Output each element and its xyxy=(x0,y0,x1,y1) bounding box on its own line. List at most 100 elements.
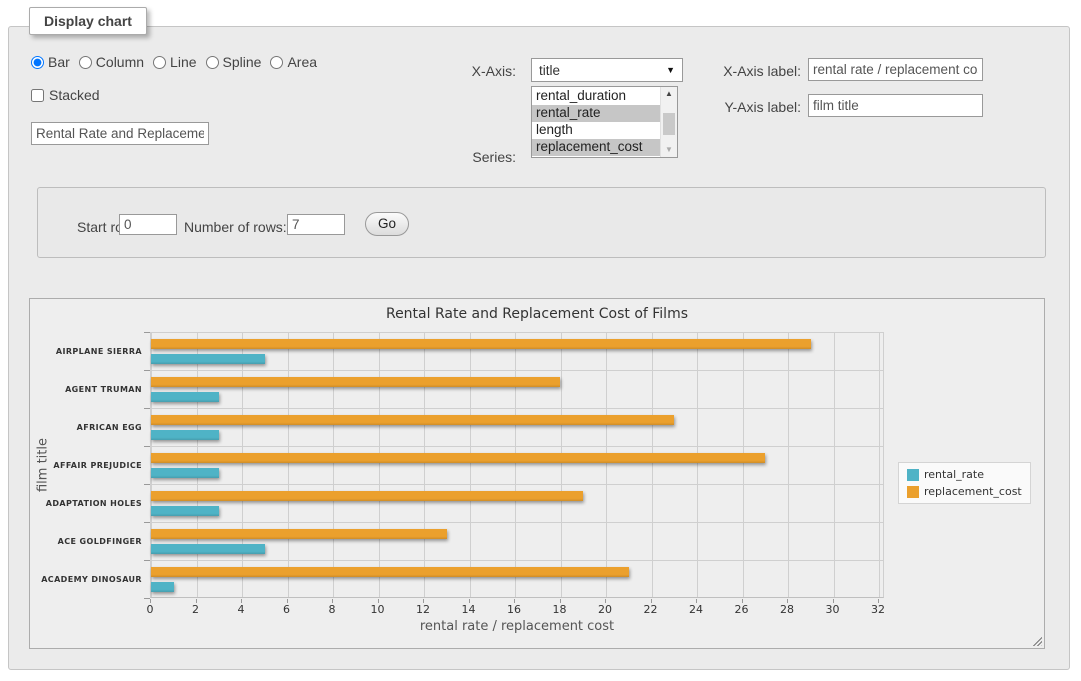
x-axis-label-caption: X-Axis label: xyxy=(664,63,801,79)
y-axis-label-input[interactable] xyxy=(808,94,983,117)
display-chart-fieldset: Display chart BarColumnLineSplineArea St… xyxy=(8,26,1070,670)
chart-type-option[interactable]: Spline xyxy=(206,54,262,70)
series-option[interactable]: length xyxy=(532,122,660,139)
bar-rental_rate xyxy=(151,392,219,402)
y-axis-tick xyxy=(144,370,150,371)
category-row xyxy=(151,485,883,523)
stacked-row: Stacked xyxy=(31,87,100,103)
x-tick-label: 26 xyxy=(727,603,757,616)
chart-type-radio[interactable] xyxy=(206,56,219,69)
y-axis-tick xyxy=(144,522,150,523)
x-axis-title: rental rate / replacement cost xyxy=(150,619,884,634)
bar-replacement_cost xyxy=(151,567,629,577)
x-tick-label: 0 xyxy=(135,603,165,616)
x-tick-label: 8 xyxy=(317,603,347,616)
legend-item[interactable]: replacement_cost xyxy=(907,485,1022,498)
y-axis-tick xyxy=(144,332,150,333)
bar-rental_rate xyxy=(151,506,219,516)
category-row xyxy=(151,561,883,599)
num-rows-input[interactable] xyxy=(287,214,345,235)
chart-title-input[interactable] xyxy=(31,122,209,145)
category-row xyxy=(151,371,883,409)
bar-rental_rate xyxy=(151,544,265,554)
x-tick-label: 20 xyxy=(590,603,620,616)
resize-grip-icon[interactable] xyxy=(1031,635,1042,646)
bar-replacement_cost xyxy=(151,377,560,387)
category-label: ACADEMY DINOSAUR xyxy=(30,560,142,598)
legend-label: rental_rate xyxy=(924,468,984,481)
chart-type-option[interactable]: Column xyxy=(79,54,144,70)
x-tick-label: 28 xyxy=(772,603,802,616)
scrollbar-thumb[interactable] xyxy=(663,113,675,135)
stacked-label: Stacked xyxy=(49,87,100,103)
y-axis-tick xyxy=(144,598,150,599)
legend-swatch xyxy=(907,469,919,481)
x-tick-label: 22 xyxy=(636,603,666,616)
stacked-checkbox[interactable] xyxy=(31,89,44,102)
chart-type-label: Column xyxy=(96,54,144,70)
go-button[interactable]: Go xyxy=(365,212,409,236)
start-row-input[interactable] xyxy=(119,214,177,235)
x-tick-label: 12 xyxy=(408,603,438,616)
chart-type-radio-group: Bar Column Line Spline Area xyxy=(31,54,326,70)
num-rows-label: Number of rows: xyxy=(184,219,287,235)
x-axis-select[interactable]: title ▼ xyxy=(531,58,683,82)
y-axis-tick xyxy=(144,484,150,485)
chart-container: Rental Rate and Replacement Cost of Film… xyxy=(29,298,1045,649)
scroll-down-icon[interactable]: ▼ xyxy=(661,143,677,157)
series-option[interactable]: replacement_cost xyxy=(532,139,660,156)
category-label: AFRICAN EGG xyxy=(30,408,142,446)
chart-type-option[interactable]: Area xyxy=(270,54,317,70)
category-label: ACE GOLDFINGER xyxy=(30,522,142,560)
chart-type-label: Area xyxy=(287,54,317,70)
plot-area xyxy=(150,332,884,598)
category-label: ADAPTATION HOLES xyxy=(30,484,142,522)
y-axis-tick xyxy=(144,408,150,409)
x-tick-label: 14 xyxy=(454,603,484,616)
x-tick-label: 16 xyxy=(499,603,529,616)
chart-type-label: Bar xyxy=(48,54,70,70)
chart-type-radio[interactable] xyxy=(153,56,166,69)
bar-replacement_cost xyxy=(151,491,583,501)
x-tick-label: 24 xyxy=(681,603,711,616)
chart-type-radio[interactable] xyxy=(79,56,92,69)
x-tick-label: 10 xyxy=(363,603,393,616)
listbox-scrollbar[interactable]: ▲ ▼ xyxy=(660,87,677,157)
category-label: AIRPLANE SIERRA xyxy=(30,332,142,370)
x-tick-label: 18 xyxy=(545,603,575,616)
bar-replacement_cost xyxy=(151,415,674,425)
chart-type-option[interactable]: Line xyxy=(153,54,196,70)
chart-type-radio[interactable] xyxy=(270,56,283,69)
chart-type-radio[interactable] xyxy=(31,56,44,69)
x-axis-caption: X-Axis: xyxy=(399,63,516,79)
series-options: rental_durationrental_ratelengthreplacem… xyxy=(532,87,660,157)
legend-label: replacement_cost xyxy=(924,485,1022,498)
row-params-box: Start row: Number of rows: Go xyxy=(37,187,1046,258)
series-caption: Series: xyxy=(399,149,516,165)
series-option[interactable]: rental_duration xyxy=(532,88,660,105)
y-axis-label-caption: Y-Axis label: xyxy=(664,99,801,115)
category-row xyxy=(151,447,883,485)
series-listbox[interactable]: rental_durationrental_ratelengthreplacem… xyxy=(531,86,678,158)
bar-rental_rate xyxy=(151,468,219,478)
x-tick-label: 30 xyxy=(818,603,848,616)
chart-type-label: Line xyxy=(170,54,196,70)
bar-replacement_cost xyxy=(151,453,765,463)
x-tick-label: 6 xyxy=(272,603,302,616)
legend-item[interactable]: rental_rate xyxy=(907,468,1022,481)
x-axis-label-input[interactable] xyxy=(808,58,983,81)
category-label: AFFAIR PREJUDICE xyxy=(30,446,142,484)
category-row xyxy=(151,523,883,561)
chart-title: Rental Rate and Replacement Cost of Film… xyxy=(30,306,1044,322)
legend-swatch xyxy=(907,486,919,498)
x-tick-label: 4 xyxy=(226,603,256,616)
series-option[interactable]: rental_rate xyxy=(532,105,660,122)
x-tick-label: 2 xyxy=(181,603,211,616)
x-tick-label: 32 xyxy=(863,603,893,616)
category-row xyxy=(151,333,883,371)
chart-type-label: Spline xyxy=(223,54,262,70)
y-axis-tick xyxy=(144,446,150,447)
x-axis-selected-value: title xyxy=(539,63,560,78)
chart-type-option[interactable]: Bar xyxy=(31,54,70,70)
chart-legend: rental_rate replacement_cost xyxy=(898,462,1031,504)
